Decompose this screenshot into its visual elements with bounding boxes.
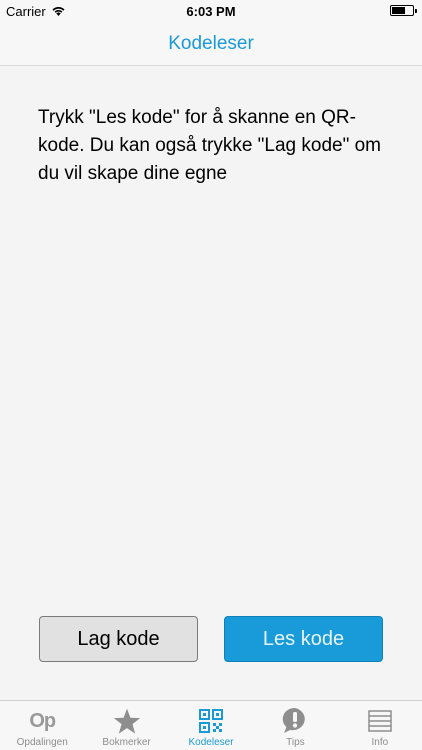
tab-label: Tips	[286, 737, 305, 748]
op-logo-icon: Op	[29, 707, 56, 735]
tab-label: Bokmerker	[102, 737, 151, 748]
tab-bokmerker[interactable]: Bokmerker	[84, 701, 168, 750]
navigation-bar: Kodeleser	[0, 22, 422, 66]
status-bar: Carrier 6:03 PM	[0, 0, 422, 22]
tab-opdalingen[interactable]: Op Opdalingen	[0, 701, 84, 750]
tab-label: Info	[371, 737, 389, 748]
star-icon	[113, 707, 141, 735]
tab-info[interactable]: Info	[338, 701, 422, 750]
instruction-text: Trykk "Les kode" for å skanne en QR-kode…	[38, 107, 382, 184]
status-time: 6:03 PM	[186, 4, 236, 19]
exclamation-bubble-icon	[281, 707, 309, 735]
tab-bar: Op Opdalingen Bokmerker Kodeleser Tips I…	[0, 700, 422, 750]
les-kode-button[interactable]: Les kode	[224, 616, 383, 662]
battery-icon	[390, 5, 417, 16]
qr-code-icon	[199, 707, 224, 735]
tab-kodeleser[interactable]: Kodeleser	[169, 701, 253, 750]
tab-label: Opdalingen	[16, 737, 68, 748]
lag-kode-button[interactable]: Lag kode	[39, 616, 198, 662]
tab-tips[interactable]: Tips	[253, 701, 337, 750]
op-logo-text: Op	[29, 709, 56, 732]
list-icon	[368, 707, 392, 735]
page-title: Kodeleser	[168, 32, 254, 54]
tab-label: Kodeleser	[188, 737, 234, 748]
